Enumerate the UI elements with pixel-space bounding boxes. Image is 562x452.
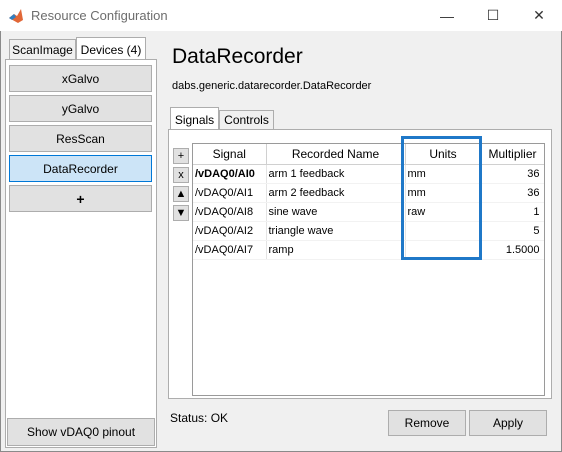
- column-header-multiplier[interactable]: Multiplier: [481, 144, 544, 165]
- device-button-resscan[interactable]: ResScan: [9, 125, 152, 152]
- tab-scanimage[interactable]: ScanImage: [9, 39, 76, 61]
- apply-button[interactable]: Apply: [469, 410, 547, 436]
- matlab-icon: [9, 9, 23, 23]
- units-cell[interactable]: mm: [405, 164, 482, 184]
- remove-button[interactable]: Remove: [388, 410, 466, 436]
- units-cell[interactable]: mm: [405, 183, 482, 203]
- table-row[interactable]: /vDAQ0/AI7 ramp 1.5000: [193, 240, 544, 260]
- title-bar: Resource Configuration — ☐ ✕: [0, 0, 562, 31]
- tab-devices[interactable]: Devices (4): [76, 37, 146, 61]
- recorded-name-cell[interactable]: arm 2 feedback: [266, 183, 406, 203]
- table-row[interactable]: /vDAQ0/AI8 sine wave raw 1: [193, 202, 544, 222]
- units-cell[interactable]: raw: [405, 202, 482, 222]
- status-text: Status: OK: [170, 411, 229, 425]
- maximize-button[interactable]: ☐: [470, 0, 516, 31]
- column-header-units[interactable]: Units: [405, 144, 482, 165]
- recorded-name-cell[interactable]: arm 1 feedback: [266, 164, 406, 184]
- multiplier-cell[interactable]: 1: [481, 202, 544, 222]
- signals-table[interactable]: Signal Recorded Name Units Multiplier /v…: [192, 143, 545, 396]
- device-button-ygalvo[interactable]: yGalvo: [9, 95, 152, 122]
- add-row-button[interactable]: +: [173, 148, 189, 164]
- multiplier-cell[interactable]: 36: [481, 164, 544, 184]
- column-header-signal[interactable]: Signal: [193, 144, 267, 165]
- signal-cell[interactable]: /vDAQ0/AI1: [193, 183, 267, 203]
- window-title: Resource Configuration: [31, 8, 168, 23]
- signal-cell[interactable]: /vDAQ0/AI7: [193, 240, 267, 260]
- close-button[interactable]: ✕: [516, 0, 562, 31]
- tab-signals[interactable]: Signals: [170, 107, 219, 131]
- units-cell[interactable]: [405, 221, 482, 241]
- device-button-datarecorder[interactable]: DataRecorder: [9, 155, 152, 182]
- multiplier-cell[interactable]: 36: [481, 183, 544, 203]
- table-row[interactable]: /vDAQ0/AI1 arm 2 feedback mm 36: [193, 183, 544, 203]
- move-down-button[interactable]: ▼: [173, 205, 189, 221]
- column-header-recorded-name[interactable]: Recorded Name: [266, 144, 406, 165]
- add-device-button[interactable]: +: [9, 185, 152, 212]
- move-up-button[interactable]: ▲: [173, 186, 189, 202]
- show-pinout-button[interactable]: Show vDAQ0 pinout: [7, 418, 155, 446]
- signal-cell[interactable]: /vDAQ0/AI2: [193, 221, 267, 241]
- recorded-name-cell[interactable]: sine wave: [266, 202, 406, 222]
- units-cell[interactable]: [405, 240, 482, 260]
- multiplier-cell[interactable]: 5: [481, 221, 544, 241]
- minimize-button[interactable]: —: [424, 0, 470, 31]
- remove-row-button[interactable]: x: [173, 167, 189, 183]
- tab-controls[interactable]: Controls: [219, 110, 274, 130]
- recorded-name-cell[interactable]: triangle wave: [266, 221, 406, 241]
- device-class-name: dabs.generic.datarecorder.DataRecorder: [172, 80, 372, 92]
- device-title: DataRecorder: [172, 45, 303, 68]
- signal-cell[interactable]: /vDAQ0/AI8: [193, 202, 267, 222]
- recorded-name-cell[interactable]: ramp: [266, 240, 406, 260]
- device-button-xgalvo[interactable]: xGalvo: [9, 65, 152, 92]
- multiplier-cell[interactable]: 1.5000: [481, 240, 544, 260]
- table-row[interactable]: /vDAQ0/AI0 arm 1 feedback mm 36: [193, 164, 544, 184]
- table-row[interactable]: /vDAQ0/AI2 triangle wave 5: [193, 221, 544, 241]
- signal-cell[interactable]: /vDAQ0/AI0: [193, 164, 267, 184]
